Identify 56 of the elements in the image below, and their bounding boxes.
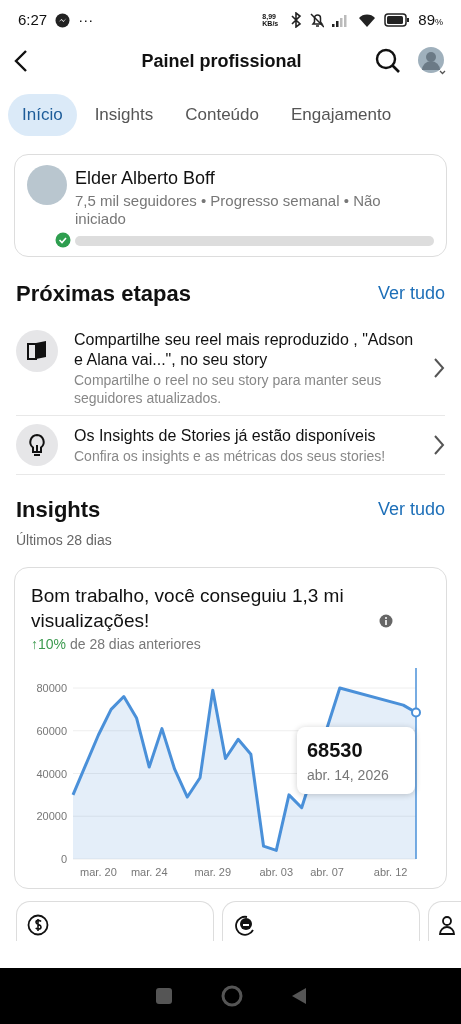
y-axis-label: 80000 [36,681,67,694]
x-axis-label: abr. 07 [310,865,344,878]
step-description: Confira os insights e as métricas dos seus stories! [74,446,387,465]
chevron-right-icon [433,357,445,380]
messenger-icon [55,12,71,28]
chevron-right-icon [433,434,445,457]
back-button[interactable] [14,48,28,74]
page-title: Painel profissional [140,49,303,73]
change-text: ↑10% de 28 dias anteriores [30,634,202,654]
y-axis-label: 0 [60,852,67,865]
x-axis-label: mar. 29 [194,865,232,878]
tooltip-value: 68530 [307,737,364,763]
section-title: Próximas etapas [16,279,191,308]
recent-apps-icon[interactable] [154,987,173,1005]
bluetooth-icon [290,12,303,28]
y-axis-label: 40000 [36,767,67,780]
period-label: Últimos 28 dias [15,531,113,551]
tab[interactable]: Insights [80,94,168,136]
dollar-icon [27,913,49,936]
x-axis-label: abr. 12 [373,865,408,878]
book-icon [16,329,58,372]
profile-stats: 7,5 mil seguidores • Progresso semanal • Não iniciado [75,191,382,228]
avatar-menu-icon[interactable] [417,46,447,76]
step-title: Compartilhe seu reel mais reproduzido , "Adson e Alana vai...", no seu story [74,329,415,371]
x-axis-label: mar. 20 [80,865,117,878]
clock-time: 6:27 [18,9,48,30]
section-title: Insights [16,496,101,525]
home-icon[interactable] [220,985,243,1007]
profile-name: Elder Alberto Boff [75,166,216,190]
headline-text: Bom trabalho, você conseguiu 1,3 mi visualizações! [31,584,345,634]
tab[interactable]: Conteúdo [171,94,273,136]
data-point [411,707,421,718]
tooltip-date: abr. 14, 2026 [307,765,390,785]
x-axis-label: abr. 03 [259,865,294,878]
x-axis-label: mar. 24 [130,865,168,878]
battery-percent-text: 89% [418,9,443,30]
search-button[interactable] [375,48,401,74]
next-step-item[interactable]: Compartilhe seu reel mais reproduzido , "Adson e Alana vai...", no seu story Compartilhe o reel no seu story para manter seus seguidores atualizados. [16,321,445,416]
step-title: Os Insights de Stories já estão disponíveis [74,425,377,446]
step-description: Compartilhe o reel no seu story para manter seus seguidores atualizados. [74,371,383,408]
lightbulb-icon [16,424,58,467]
y-axis-label: 20000 [36,810,67,823]
search-icon [375,48,401,74]
wifi-icon [358,13,377,27]
info-icon[interactable] [379,613,393,628]
next-step-item[interactable]: Os Insights de Stories já estão disponíveis Confira os insights e as métricas dos seus stories! [16,415,445,476]
tab[interactable]: Início [8,94,77,136]
back-triangle-icon[interactable] [290,987,307,1005]
tab[interactable]: Engajamento [276,94,406,136]
see-all-link[interactable]: Ver tudo [377,496,445,524]
y-axis-label: 60000 [36,724,67,737]
battery-icon [384,13,411,27]
avatar-placeholder [27,164,67,205]
bell-muted-icon [310,12,325,28]
more-notifications-text: ··· [78,9,94,30]
see-all-link[interactable]: Ver tudo [377,279,445,307]
